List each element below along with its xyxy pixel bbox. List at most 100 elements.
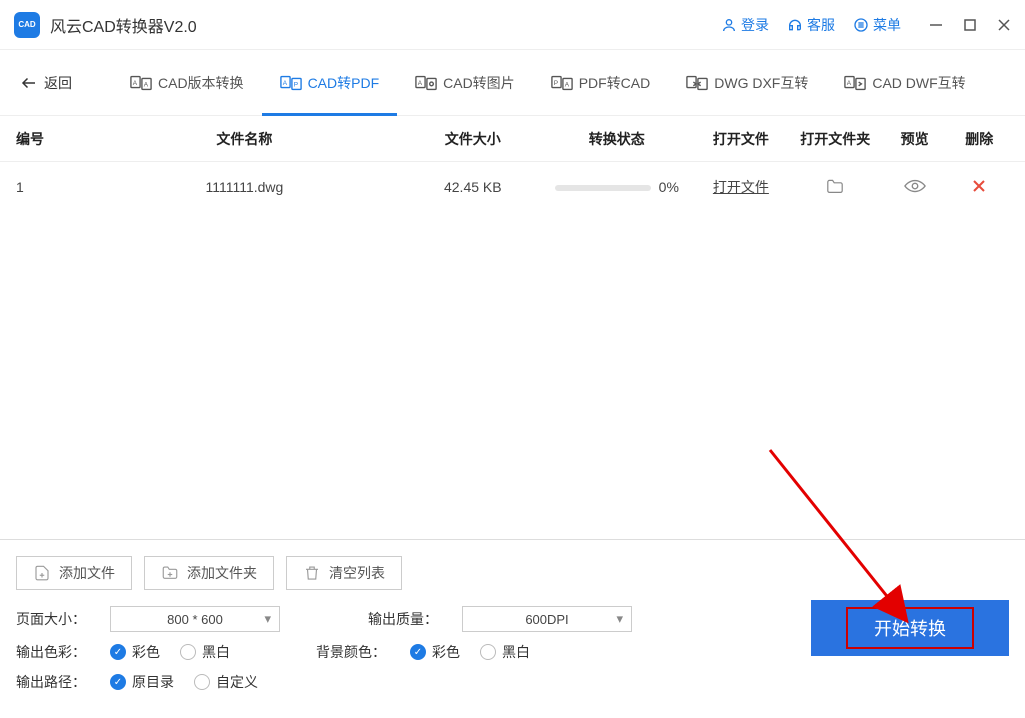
maximize-button[interactable] xyxy=(963,18,977,32)
path-radio-group: 原目录 自定义 xyxy=(110,672,258,692)
header-size: 文件大小 xyxy=(403,129,542,149)
tab-label: CAD转PDF xyxy=(308,73,380,93)
quality-value: 600DPI xyxy=(525,612,568,627)
folder-icon xyxy=(825,178,845,194)
convert-icon: PA xyxy=(551,74,573,92)
titlebar: CAD 风云CAD转换器V2.0 登录 客服 菜单 xyxy=(0,0,1025,50)
app-title: 风云CAD转换器V2.0 xyxy=(50,13,721,37)
bottom-panel: 添加文件 添加文件夹 清空列表 页面大小： 800 * 600 ▾ 输出质量： … xyxy=(0,539,1025,718)
window-controls xyxy=(929,18,1011,32)
cell-status: 0% xyxy=(542,179,691,195)
user-icon xyxy=(721,17,737,33)
minimize-button[interactable] xyxy=(929,18,943,32)
trash-icon xyxy=(303,564,321,582)
radio-icon xyxy=(194,674,210,690)
convert-icon: AP xyxy=(280,74,302,92)
svg-text:A: A xyxy=(144,81,149,88)
radio-label: 黑白 xyxy=(502,642,530,662)
action-buttons: 添加文件 添加文件夹 清空列表 xyxy=(16,556,1009,590)
svg-text:A: A xyxy=(418,79,423,86)
bg-radio-group: 彩色 黑白 xyxy=(410,642,530,662)
convert-icon: A xyxy=(844,74,866,92)
color-radio-color[interactable]: 彩色 xyxy=(110,642,160,662)
progress-bar xyxy=(555,185,651,191)
header-folder: 打开文件夹 xyxy=(791,129,880,149)
titlebar-actions: 登录 客服 菜单 xyxy=(721,15,1011,35)
progress-text: 0% xyxy=(659,179,679,195)
bg-label: 背景颜色： xyxy=(316,642,386,662)
svg-text:P: P xyxy=(553,79,557,86)
cell-size: 42.45 KB xyxy=(403,179,542,195)
start-label: 开始转换 xyxy=(846,607,974,649)
start-convert-button[interactable]: 开始转换 xyxy=(811,600,1009,656)
tab-cad-to-pdf[interactable]: AP CAD转PDF xyxy=(262,50,398,116)
preview-button[interactable] xyxy=(904,178,926,194)
header-open: 打开文件 xyxy=(691,129,790,149)
radio-icon xyxy=(110,674,126,690)
add-file-label: 添加文件 xyxy=(59,563,115,583)
folder-add-icon xyxy=(161,564,179,582)
convert-icon xyxy=(686,74,708,92)
tab-cad-version[interactable]: AA CAD版本转换 xyxy=(112,50,262,116)
chevron-down-icon: ▾ xyxy=(264,611,271,627)
delete-button[interactable] xyxy=(972,179,986,193)
radio-label: 彩色 xyxy=(432,642,460,662)
app-logo: CAD xyxy=(14,12,40,38)
bg-radio-color[interactable]: 彩色 xyxy=(410,642,460,662)
tabbar: 返回 AA CAD版本转换 AP CAD转PDF A CAD转图片 PA PDF… xyxy=(0,50,1025,116)
tab-cad-to-image[interactable]: A CAD转图片 xyxy=(397,50,533,116)
svg-text:A: A xyxy=(133,79,138,86)
color-radio-group: 彩色 黑白 xyxy=(110,642,230,662)
table-header: 编号 文件名称 文件大小 转换状态 打开文件 打开文件夹 预览 删除 xyxy=(0,116,1025,162)
add-folder-button[interactable]: 添加文件夹 xyxy=(144,556,274,590)
close-button[interactable] xyxy=(997,18,1011,32)
table-row: 1 1111111.dwg 42.45 KB 0% 打开文件 xyxy=(0,162,1025,212)
page-size-select[interactable]: 800 * 600 ▾ xyxy=(110,606,280,632)
menu-button[interactable]: 菜单 xyxy=(853,15,901,35)
cell-num: 1 xyxy=(16,179,86,195)
bg-radio-bw[interactable]: 黑白 xyxy=(480,642,530,662)
headset-icon xyxy=(787,17,803,33)
header-preview: 预览 xyxy=(880,129,950,149)
page-size-value: 800 * 600 xyxy=(167,612,223,627)
arrow-left-icon xyxy=(20,74,38,92)
chevron-down-icon: ▾ xyxy=(616,611,623,627)
clear-list-button[interactable]: 清空列表 xyxy=(286,556,402,590)
menu-icon xyxy=(853,17,869,33)
radio-label: 原目录 xyxy=(132,672,174,692)
color-label: 输出色彩： xyxy=(16,642,86,662)
login-button[interactable]: 登录 xyxy=(721,15,769,35)
radio-icon xyxy=(180,644,196,660)
header-num: 编号 xyxy=(16,129,86,149)
open-folder-button[interactable] xyxy=(825,178,845,194)
page-size-label: 页面大小： xyxy=(16,609,86,629)
radio-icon xyxy=(410,644,426,660)
file-add-icon xyxy=(33,564,51,582)
tab-cad-dwf[interactable]: A CAD DWF互转 xyxy=(826,50,983,116)
path-radio-custom[interactable]: 自定义 xyxy=(194,672,258,692)
radio-label: 黑白 xyxy=(202,642,230,662)
close-icon xyxy=(972,179,986,193)
service-label: 客服 xyxy=(807,15,835,35)
tab-label: CAD版本转换 xyxy=(158,73,244,93)
color-radio-bw[interactable]: 黑白 xyxy=(180,642,230,662)
header-delete: 删除 xyxy=(949,129,1009,149)
tab-label: CAD DWF互转 xyxy=(872,73,965,93)
convert-icon: AA xyxy=(130,74,152,92)
quality-select[interactable]: 600DPI ▾ xyxy=(462,606,632,632)
path-label: 输出路径： xyxy=(16,672,86,692)
path-radio-original[interactable]: 原目录 xyxy=(110,672,174,692)
radio-icon xyxy=(110,644,126,660)
tab-label: PDF转CAD xyxy=(579,73,651,93)
svg-text:A: A xyxy=(847,79,852,86)
cell-name: 1111111.dwg xyxy=(86,179,404,195)
login-label: 登录 xyxy=(741,15,769,35)
back-button[interactable]: 返回 xyxy=(20,73,72,93)
quality-label: 输出质量： xyxy=(368,609,438,629)
tab-dwg-dxf[interactable]: DWG DXF互转 xyxy=(668,50,826,116)
open-file-link[interactable]: 打开文件 xyxy=(713,179,769,195)
service-button[interactable]: 客服 xyxy=(787,15,835,35)
tab-pdf-to-cad[interactable]: PA PDF转CAD xyxy=(533,50,669,116)
add-file-button[interactable]: 添加文件 xyxy=(16,556,132,590)
radio-icon xyxy=(480,644,496,660)
